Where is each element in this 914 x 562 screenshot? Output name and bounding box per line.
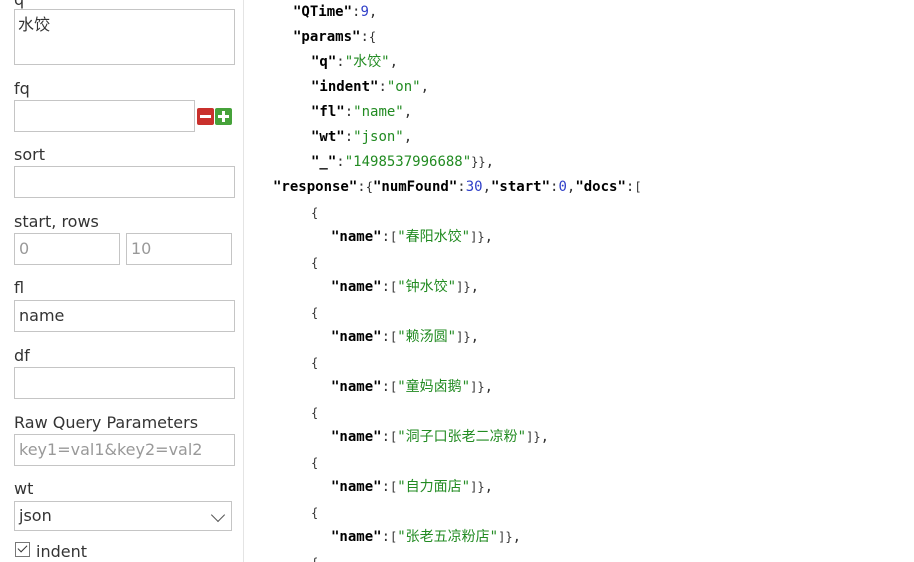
doc-name-line: "name":["自力面店"]},	[331, 479, 493, 495]
doc-open-brace: {	[311, 406, 319, 420]
doc-name-line: "name":["春阳水饺"]},	[331, 229, 493, 245]
json-string: "json"	[353, 129, 404, 145]
json-key: "name"	[331, 379, 382, 395]
json-key: "name"	[331, 479, 382, 495]
wt-selected-value: json	[19, 506, 52, 525]
doc-name-line: "name":["赖汤圆"]},	[331, 329, 479, 345]
doc-name-line: "name":["童妈卤鹅"]},	[331, 379, 493, 395]
remove-fq-button[interactable]	[197, 108, 214, 125]
doc-open-brace: {	[311, 456, 319, 470]
json-string: "童妈卤鹅"	[397, 379, 471, 395]
doc-name-line: "name":["钟水饺"]},	[331, 279, 479, 295]
json-key: "wt"	[311, 129, 345, 145]
json-line-underscore: "_":"1498537996688"}},	[311, 154, 495, 170]
json-key: "name"	[331, 279, 382, 295]
indent-checkbox[interactable]	[15, 542, 30, 557]
json-key: "response"	[273, 179, 358, 195]
minus-icon	[200, 115, 211, 118]
json-key: "name"	[331, 429, 382, 445]
doc-name-line: "name":["洞子口张老二凉粉"]},	[331, 429, 549, 445]
json-key: "params"	[293, 29, 361, 45]
json-key: "_"	[311, 154, 337, 170]
json-number: 30	[465, 179, 483, 195]
json-key: "indent"	[311, 79, 379, 95]
fq-input[interactable]	[14, 100, 195, 132]
json-key: "numFound"	[372, 179, 458, 195]
chevron-down-icon	[210, 507, 226, 523]
doc-name-line: "name":["张老五凉粉店"]},	[331, 529, 521, 545]
json-string: "on"	[386, 79, 421, 95]
doc-open-brace: {	[311, 306, 319, 320]
raw-params-input[interactable]: key1=val1&key2=val2	[14, 434, 235, 466]
json-string: "赖汤圆"	[397, 329, 457, 345]
json-key: "fl"	[311, 104, 345, 120]
plus-icon-vertical	[222, 111, 225, 122]
doc-open-brace: {	[311, 553, 318, 562]
json-string: "1498537996688"	[344, 154, 472, 170]
start-rows-label: start, rows	[14, 212, 99, 231]
sort-label: sort	[14, 145, 45, 164]
json-string: "张老五凉粉店"	[397, 529, 499, 545]
doc-open-brace: {	[311, 356, 319, 370]
json-key: "docs"	[575, 179, 626, 195]
json-key: "q"	[311, 54, 337, 70]
rows-input[interactable]: 10	[126, 233, 232, 265]
start-input[interactable]: 0	[14, 233, 120, 265]
json-line-qtime: "QTime":9,	[293, 4, 378, 20]
add-fq-button[interactable]	[215, 108, 232, 125]
json-string: "name"	[353, 104, 404, 120]
json-string: "春阳水饺"	[397, 229, 471, 245]
doc-open-brace: {	[311, 256, 319, 270]
sort-input[interactable]	[14, 166, 235, 198]
indent-label: indent	[36, 542, 87, 561]
json-line-indent: "indent":"on",	[311, 79, 430, 95]
doc-open-brace: {	[311, 506, 319, 520]
json-key: "name"	[331, 329, 382, 345]
checkmark-icon	[17, 542, 28, 553]
query-form: q 水饺 fq sort start, rows 0 10 fl name df…	[0, 0, 244, 562]
wt-select[interactable]: json	[14, 501, 232, 531]
json-key: "QTime"	[293, 4, 353, 20]
response-pane: "QTime":9, "params":{ "q":"水饺", "indent"…	[245, 0, 914, 562]
json-line-fl: "fl":"name",	[311, 104, 413, 120]
fl-label: fl	[14, 278, 25, 297]
json-string: "洞子口张老二凉粉"	[397, 429, 527, 445]
json-line-q: "q":"水饺",	[311, 54, 399, 70]
q-input[interactable]: 水饺	[14, 9, 235, 65]
json-string: "自力面店"	[397, 479, 471, 495]
df-label: df	[14, 346, 30, 365]
json-number: 0	[558, 179, 567, 195]
wt-label: wt	[14, 479, 34, 498]
fq-label: fq	[14, 79, 30, 98]
json-number: 9	[360, 4, 369, 20]
json-line-wt: "wt":"json",	[311, 129, 413, 145]
q-label: q	[14, 0, 24, 9]
json-key: "name"	[331, 529, 382, 545]
json-string: "水饺"	[344, 54, 390, 70]
json-line-params: "params":{	[293, 29, 377, 45]
json-key: "start"	[491, 179, 551, 195]
json-string: "钟水饺"	[397, 279, 457, 295]
doc-open-brace: {	[311, 206, 319, 220]
json-line-response: "response":{"numFound":30,"start":0,"doc…	[273, 179, 642, 195]
fl-input[interactable]: name	[14, 300, 235, 332]
json-key: "name"	[331, 229, 382, 245]
raw-params-label: Raw Query Parameters	[14, 413, 199, 432]
df-input[interactable]	[14, 367, 235, 399]
